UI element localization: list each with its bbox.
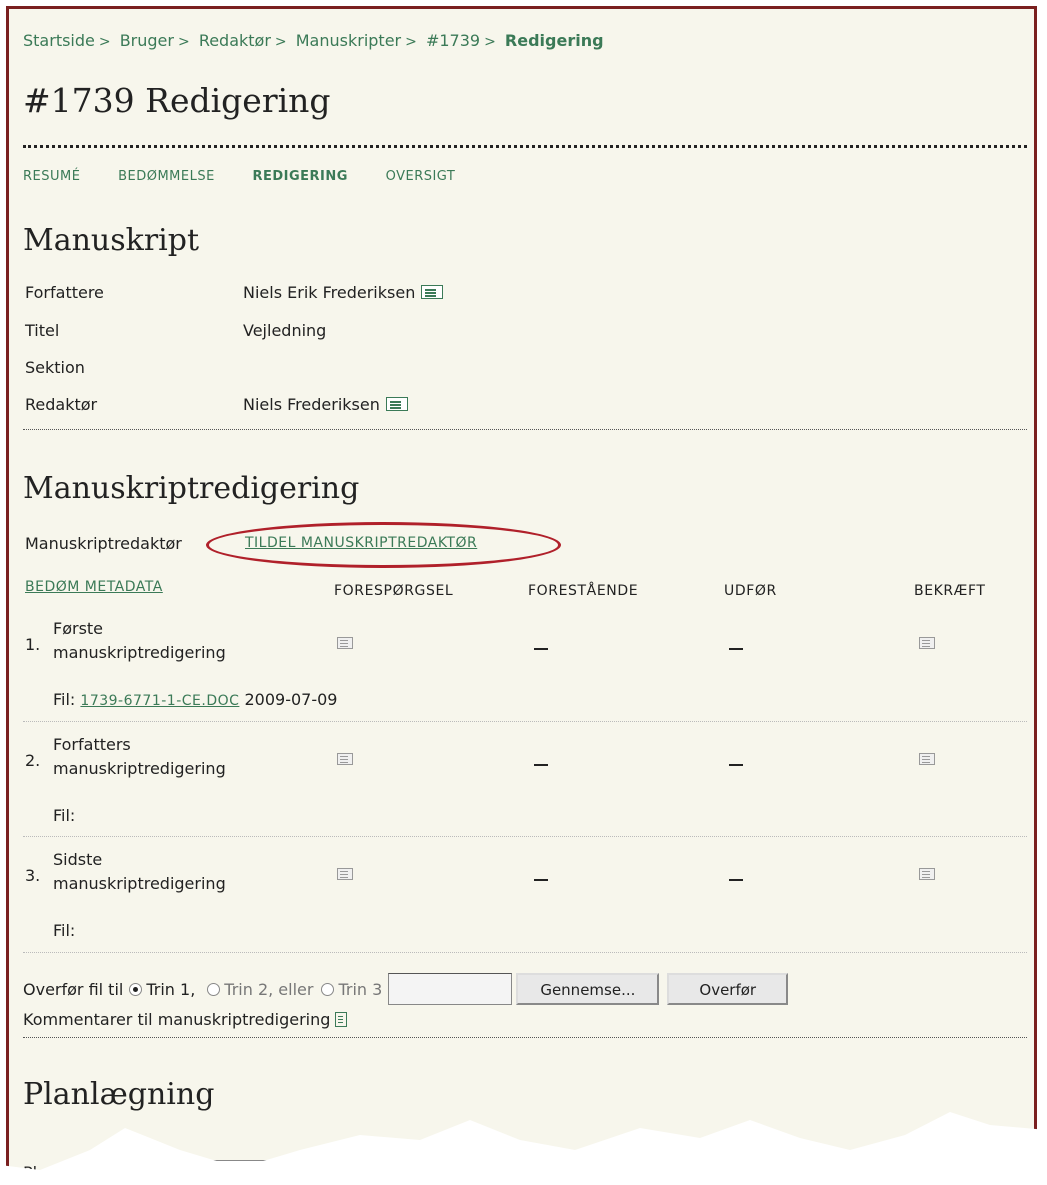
document-icon[interactable] [335,1012,348,1027]
acknowledge-email-icon[interactable] [919,868,935,880]
breadcrumb-separator: > [274,34,287,50]
request-email-icon[interactable] [337,753,353,765]
file-link[interactable]: 1739-6771-1-CE.DOC [80,693,239,709]
copyediting-heading: Manuskriptredigering [23,471,360,506]
complete-dash [729,879,743,881]
scheduling-row: Pl icering i S R [23,1155,655,1182]
breadcrumb-separator: > [177,34,190,50]
tab-history[interactable]: OVERSIGT [386,169,456,184]
title-value: Vejledning [243,321,327,340]
request-email-icon[interactable] [337,637,353,649]
email-icon[interactable] [421,285,444,299]
issue-select[interactable]: S [175,1160,531,1181]
breadcrumb: Startside > Bruger > Redaktør > Manuskripte… [23,31,604,50]
col-complete: UDFØR [724,583,777,599]
breadcrumb-separator: > [405,34,417,50]
editor-name: Niels Frederiksen [243,395,380,414]
title-label: Titel [25,321,60,340]
row-divider [23,721,1027,722]
breadcrumb-editor[interactable]: Redaktør [199,31,271,50]
authors-value: Niels Erik Frederiksen [243,283,444,302]
schedule-button[interactable]: R [574,1155,655,1181]
row-label: Første manuskriptredigering [53,617,226,665]
underway-dash [534,764,548,766]
radio-step-1-label: Trin 1, [146,979,196,999]
col-request: FORESPØRGSEL [334,583,454,599]
row-number: 3. [25,866,41,885]
file-line: Fil: 1739-6771-1-CE.DOC 2009-07-09 [53,690,337,709]
editor-label: Redaktør [25,395,98,414]
manuscript-heading: Manuskript [23,223,200,258]
breadcrumb-separator: > [98,34,111,50]
request-email-icon[interactable] [337,868,353,880]
file-line: Fil: [53,921,75,940]
row-label-line1: Første [53,619,104,638]
comments-label: Kommentarer til manuskriptredigering [23,1010,331,1029]
breadcrumb-user[interactable]: Bruger [120,31,174,50]
file-label: Fil: [53,690,76,709]
file-label: Fil: [53,921,76,940]
row-divider [23,836,1027,837]
section-label: Sektion [25,358,85,377]
issue-select-value: S [180,1163,190,1181]
row-label-line1: Forfatters [53,735,131,754]
complete-dash [729,764,743,766]
breadcrumb-submissions[interactable]: Manuskripter [296,31,401,50]
row-number: 2. [25,751,41,770]
comments-row: Kommentarer til manuskriptredigering [23,1010,348,1029]
tab-summary[interactable]: RESUMÉ [23,169,80,184]
radio-step-3[interactable] [321,982,335,996]
row-label: Sidste manuskriptredigering [53,848,226,896]
page-title: #1739 Redigering [23,81,331,120]
file-line: Fil: [53,806,75,825]
row-divider [23,952,1027,953]
row-label-line2: manuskriptredigering [53,874,226,893]
upload-label: Overfør fil til [23,979,124,999]
tab-bar: RESUMÉ BEDØMMELSE REDIGERING OVERSIGT [23,169,488,184]
page-frame: Startside > Bruger > Redaktør > Manuskripte… [6,6,1037,1181]
review-metadata-link[interactable]: BEDØM METADATA [25,579,163,595]
tab-review[interactable]: BEDØMMELSE [118,169,215,184]
col-acknowledge: BEKRÆFT [914,583,986,599]
authors-name: Niels Erik Frederiksen [243,283,416,302]
complete-dash [729,648,743,650]
title-divider [23,145,1027,148]
tab-editing[interactable]: REDIGERING [252,169,347,184]
row-number: 1. [25,635,41,654]
highlight-ellipse [206,522,561,568]
row-label-line1: Sidste [53,850,103,869]
row-label-line2: manuskriptredigering [53,759,226,778]
radio-step-2-label: Trin 2, eller [224,979,314,999]
file-path-input[interactable] [388,973,513,1005]
file-label: Fil: [53,806,76,825]
section-divider [23,1037,1027,1038]
scheduling-heading: Planlægning [23,1077,215,1112]
scheduling-label-end: icering i [107,1162,172,1182]
chevron-down-icon [511,1163,528,1181]
editor-value: Niels Frederiksen [243,395,408,414]
scheduling-label-start: Pl [23,1162,38,1182]
underway-dash [534,879,548,881]
browse-button[interactable]: Gennemse... [516,973,660,1005]
upload-row: Overfør fil til Trin 1, Trin 2, eller Tr… [23,973,789,1005]
breadcrumb-home[interactable]: Startside [23,31,95,50]
section-divider [23,429,1027,430]
acknowledge-email-icon[interactable] [919,637,935,649]
radio-step-2[interactable] [207,982,221,996]
breadcrumb-submission-id[interactable]: #1739 [426,31,480,50]
row-label-line2: manuskriptredigering [53,643,226,662]
upload-button[interactable]: Overfør [667,973,789,1005]
row-label: Forfatters manuskriptredigering [53,733,226,781]
underway-dash [534,648,548,650]
breadcrumb-separator: > [484,34,496,50]
breadcrumb-current[interactable]: Redigering [505,31,604,50]
authors-label: Forfattere [25,283,104,302]
acknowledge-email-icon[interactable] [919,753,935,765]
file-date: 2009-07-09 [244,690,338,709]
col-underway: FORESTÅENDE [528,583,639,599]
radio-step-3-label: Trin 3 [338,979,383,999]
copyeditor-label: Manuskriptredaktør [25,534,182,553]
email-icon[interactable] [385,397,408,411]
radio-step-1[interactable] [129,982,143,996]
